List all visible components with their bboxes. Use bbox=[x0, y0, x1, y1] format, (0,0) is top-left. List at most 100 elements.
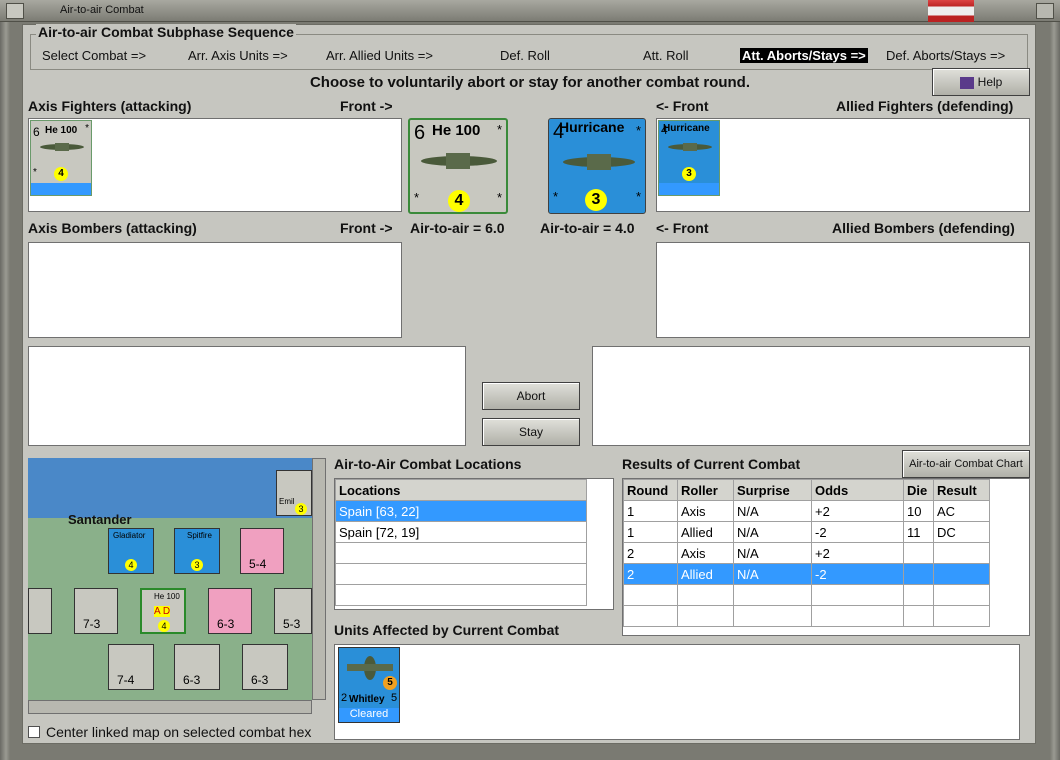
map-counter-e[interactable]: 7-4 bbox=[108, 644, 154, 690]
step-def-aborts: Def. Aborts/Stays => bbox=[886, 48, 1006, 63]
front-left-label: <- Front bbox=[656, 98, 709, 114]
counter-value: 6-3 bbox=[251, 673, 269, 687]
plane-icon bbox=[563, 154, 635, 170]
air-to-air-chart-button[interactable]: Air-to-air Combat Chart bbox=[902, 450, 1030, 478]
star: * bbox=[553, 189, 559, 204]
cell: N/A bbox=[733, 542, 812, 564]
col-surprise: Surprise bbox=[733, 479, 812, 501]
counter-value: 7-3 bbox=[83, 617, 101, 631]
center-map-checkbox[interactable] bbox=[28, 726, 40, 738]
unit-name: Emil bbox=[279, 497, 295, 506]
allied-info-box bbox=[592, 346, 1030, 446]
map-counter-c[interactable]: 6-3 bbox=[208, 588, 252, 634]
unit-name: Hurricane bbox=[663, 123, 710, 134]
locations-list[interactable]: Locations Spain [63, 22] Spain [72, 19] bbox=[334, 478, 614, 610]
cell bbox=[903, 563, 934, 585]
result-row-selected[interactable]: 2 Allied N/A -2 bbox=[623, 563, 990, 585]
allied-fighter-counter[interactable]: 4 Hurricane 3 bbox=[658, 120, 720, 196]
cell bbox=[933, 563, 990, 585]
allied-fighter-large[interactable]: 4 Hurricane * * 3 * bbox=[548, 118, 646, 214]
map-unit-he100[interactable]: He 100 A D 4 bbox=[140, 588, 186, 634]
window-menu-icon[interactable] bbox=[6, 3, 24, 19]
cell: 2 bbox=[623, 563, 678, 585]
front-right-label: Front -> bbox=[340, 98, 393, 114]
locations-header: Locations bbox=[335, 479, 587, 501]
axis-bombers-label: Axis Bombers (attacking) bbox=[28, 220, 197, 236]
unit-name: Gladiator bbox=[113, 531, 146, 540]
locations-title: Air-to-Air Combat Locations bbox=[334, 456, 522, 472]
map-counter-edge[interactable] bbox=[28, 588, 52, 634]
star: * bbox=[635, 123, 641, 138]
cell: +2 bbox=[811, 500, 904, 522]
allied-bombers-label: Allied Bombers (defending) bbox=[832, 220, 1015, 236]
map-counter-f[interactable]: 6-3 bbox=[174, 644, 220, 690]
stay-button[interactable]: Stay bbox=[482, 418, 580, 446]
affected-units-box[interactable]: 5 2 Whitley 5 Cleared bbox=[334, 644, 1020, 740]
cleared-status: Cleared bbox=[339, 708, 399, 722]
location-row-empty bbox=[335, 584, 587, 606]
axis-fighter-large[interactable]: 6 He 100 * * 4 * bbox=[408, 118, 508, 214]
sequence-title: Air-to-air Combat Subphase Sequence bbox=[36, 24, 296, 40]
map-counter-d[interactable]: 5-3 bbox=[274, 588, 312, 634]
plane-icon bbox=[421, 153, 497, 169]
allied-bombers-box[interactable] bbox=[656, 242, 1030, 338]
result-row-empty bbox=[623, 584, 990, 606]
city-label: Santander bbox=[68, 512, 132, 527]
unit-name: Spitfire bbox=[187, 531, 212, 540]
axis-a2a-value: Air-to-air = 6.0 bbox=[410, 220, 505, 236]
cell: AC bbox=[933, 500, 990, 522]
plane-icon bbox=[668, 143, 712, 151]
map-unit-emil[interactable]: Emil 3 bbox=[276, 470, 312, 516]
step-arr-axis: Arr. Axis Units => bbox=[188, 48, 288, 63]
map-counter-g[interactable]: 6-3 bbox=[242, 644, 288, 690]
unit-name: Hurricane bbox=[559, 119, 625, 135]
result-row[interactable]: 2 Axis N/A +2 bbox=[623, 542, 990, 564]
star: * bbox=[496, 122, 502, 137]
cell: N/A bbox=[733, 500, 812, 522]
cell bbox=[903, 542, 934, 564]
linked-map[interactable]: Santander Gladiator 4 Spitfire 3 5-4 Emi… bbox=[28, 458, 312, 700]
result-row[interactable]: 1 Allied N/A -2 11 DC bbox=[623, 521, 990, 543]
axis-fighters-box[interactable]: 6 He 100 * * 4 bbox=[28, 118, 402, 212]
map-horizontal-scrollbar[interactable] bbox=[28, 700, 312, 714]
range-dot: 3 bbox=[682, 167, 696, 181]
map-unit-spitfire[interactable]: Spitfire 3 bbox=[174, 528, 220, 574]
axis-fighter-counter[interactable]: 6 He 100 * * 4 bbox=[30, 120, 92, 196]
cell: +2 bbox=[811, 542, 904, 564]
cell: 1 bbox=[623, 500, 678, 522]
result-row[interactable]: 1 Axis N/A +2 10 AC bbox=[623, 500, 990, 522]
col-roller: Roller bbox=[677, 479, 734, 501]
cell bbox=[933, 542, 990, 564]
cell: Axis bbox=[677, 500, 734, 522]
range-dot: 4 bbox=[125, 559, 137, 571]
allied-fighters-box[interactable]: 4 Hurricane 3 bbox=[656, 118, 1030, 212]
axis-fighters-label: Axis Fighters (attacking) bbox=[28, 98, 192, 114]
star: * bbox=[85, 123, 89, 134]
unit-name: He 100 bbox=[432, 122, 481, 139]
axis-bombers-box[interactable] bbox=[28, 242, 402, 338]
close-icon[interactable] bbox=[1036, 3, 1054, 19]
location-row[interactable]: Spain [72, 19] bbox=[335, 521, 587, 543]
cell: -2 bbox=[811, 521, 904, 543]
col-odds: Odds bbox=[811, 479, 904, 501]
range-dot: 4 bbox=[54, 167, 68, 181]
step-att-aborts: Att. Aborts/Stays => bbox=[740, 48, 868, 63]
step-att-roll: Att. Roll bbox=[643, 48, 689, 63]
map-counter-a[interactable]: 5-4 bbox=[240, 528, 284, 574]
counter-value: 7-4 bbox=[117, 673, 135, 687]
whitley-counter[interactable]: 5 2 Whitley 5 Cleared bbox=[338, 647, 400, 723]
attack-marker: A D bbox=[154, 606, 171, 617]
abort-button[interactable]: Abort bbox=[482, 382, 580, 410]
help-button[interactable]: Help bbox=[932, 68, 1030, 96]
map-vertical-scrollbar[interactable] bbox=[312, 458, 326, 700]
unit-name: Whitley bbox=[349, 694, 385, 705]
step-select-combat: Select Combat => bbox=[42, 48, 147, 63]
selection-bar bbox=[31, 183, 91, 195]
map-counter-b[interactable]: 7-3 bbox=[74, 588, 118, 634]
location-row[interactable]: Spain [63, 22] bbox=[335, 500, 587, 522]
cell: Allied bbox=[677, 521, 734, 543]
selection-bar bbox=[659, 183, 719, 195]
move-dot: 5 bbox=[383, 676, 397, 690]
col-result: Result bbox=[933, 479, 990, 501]
map-unit-gladiator[interactable]: Gladiator 4 bbox=[108, 528, 154, 574]
